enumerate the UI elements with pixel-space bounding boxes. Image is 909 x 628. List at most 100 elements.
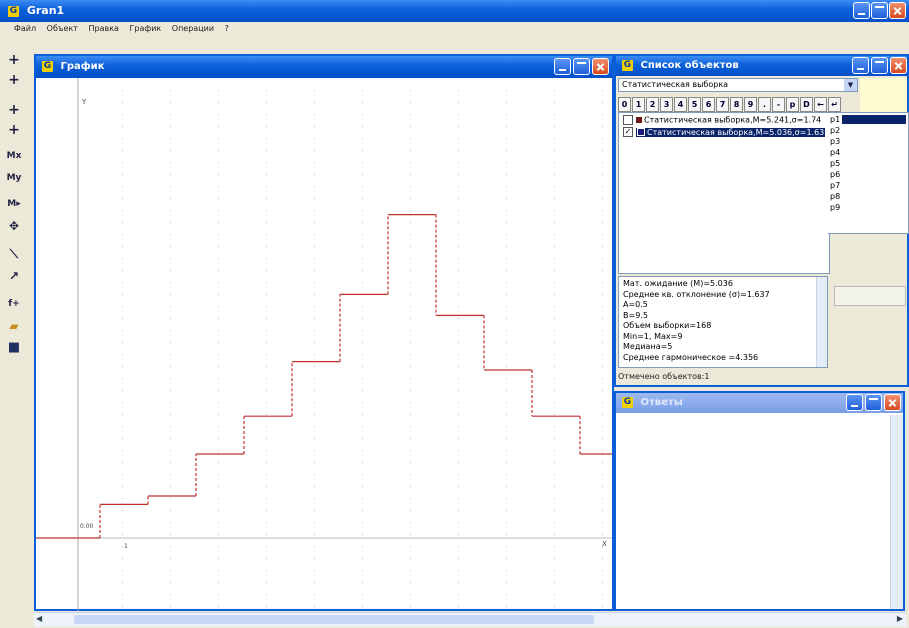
grid-dot	[458, 294, 459, 295]
side-input[interactable]	[834, 286, 906, 306]
list-item[interactable]: Статистическая выборка,M=5.241,σ=1.74	[623, 115, 821, 125]
grid-dot	[554, 318, 555, 319]
grid-dot	[506, 294, 507, 295]
graph-canvas[interactable]: Y X 0.00 1	[36, 78, 612, 611]
objects-window: G Список объектов Статистическая выборка…	[614, 54, 909, 387]
grid-dot	[122, 606, 123, 607]
param-p9[interactable]: p9	[830, 203, 840, 212]
param-p4[interactable]: p4	[830, 148, 840, 157]
grid-dot	[506, 234, 507, 235]
key-9[interactable]: 9	[744, 97, 757, 112]
key-d[interactable]: D	[800, 97, 813, 112]
key-3[interactable]: 3	[660, 97, 673, 112]
save-disk-icon[interactable]: ■	[5, 340, 23, 356]
object-type-dropdown[interactable]: Статистическая выборка ▼	[618, 78, 858, 92]
key-backspace[interactable]: ←	[814, 97, 827, 112]
mx-tool-icon[interactable]: Mx	[5, 148, 23, 164]
grid-dot	[602, 390, 603, 391]
menu-graph[interactable]: График	[130, 24, 162, 33]
grid-dot	[362, 174, 363, 175]
param-p1[interactable]: p1	[830, 115, 840, 124]
param-p2[interactable]: p2	[830, 126, 840, 135]
answers-close-button[interactable]	[884, 394, 901, 411]
info-scrollbar[interactable]	[816, 277, 827, 367]
cross-tool-icon[interactable]: +	[5, 52, 23, 68]
grid-dot	[218, 126, 219, 127]
grid-dot	[410, 558, 411, 559]
grid-dot	[314, 534, 315, 535]
key-1[interactable]: 1	[632, 97, 645, 112]
key-2[interactable]: 2	[646, 97, 659, 112]
graph-close-button[interactable]	[592, 58, 609, 75]
scroll-right-icon[interactable]: ▶	[897, 614, 903, 623]
grid-dot	[410, 138, 411, 139]
segment-tool-icon[interactable]: ⟍	[5, 246, 23, 262]
checkbox[interactable]	[623, 115, 633, 125]
menu-file[interactable]: Файл	[14, 24, 36, 33]
param-p7[interactable]: p7	[830, 181, 840, 190]
grid-dot	[122, 462, 123, 463]
answers-scrollbar[interactable]	[890, 415, 903, 609]
checkbox-checked[interactable]: ✓	[623, 127, 633, 137]
key-dot[interactable]: .	[758, 97, 771, 112]
minimize-button[interactable]	[853, 2, 870, 19]
grid-dot	[314, 174, 315, 175]
key-enter[interactable]: ↵	[828, 97, 841, 112]
menu-operations[interactable]: Операции	[172, 24, 214, 33]
grid-dot	[266, 282, 267, 283]
graph-minimize-button[interactable]	[554, 58, 571, 75]
grid-dot	[170, 462, 171, 463]
main-horizontal-scrollbar[interactable]: ◀ ▶	[34, 612, 906, 627]
menu-edit[interactable]: Правка	[89, 24, 119, 33]
pointer-tool-icon[interactable]: ↗	[5, 268, 23, 284]
list-item-selected[interactable]: ✓ Статистическая выборка,M=5.036,σ=1.63	[623, 127, 826, 137]
move-tool-icon[interactable]: ✥	[5, 218, 23, 234]
graph-window: G График Y X 0.00 1	[34, 54, 614, 611]
menu-help[interactable]: ?	[225, 24, 229, 33]
answers-minimize-button[interactable]	[846, 394, 863, 411]
add-point-icon[interactable]: +	[5, 102, 23, 118]
scroll-thumb[interactable]	[74, 615, 594, 624]
key-0[interactable]: 0	[618, 97, 631, 112]
add-point-2-icon[interactable]: +	[5, 122, 23, 138]
grid-dot	[506, 450, 507, 451]
grid-dot	[410, 354, 411, 355]
param-p5[interactable]: p5	[830, 159, 840, 168]
key-p[interactable]: p	[786, 97, 799, 112]
key-6[interactable]: 6	[702, 97, 715, 112]
grid-dot	[554, 546, 555, 547]
grid-dot	[266, 474, 267, 475]
graph-maximize-button[interactable]	[573, 58, 590, 75]
key-4[interactable]: 4	[674, 97, 687, 112]
answers-maximize-button[interactable]	[865, 394, 882, 411]
chevron-down-icon[interactable]: ▼	[844, 79, 857, 91]
app-title: Gran1	[26, 4, 65, 17]
param-p3[interactable]: p3	[830, 137, 840, 146]
open-folder-icon[interactable]: ▰	[5, 318, 23, 334]
objects-maximize-button[interactable]	[871, 57, 888, 74]
param-p8[interactable]: p8	[830, 192, 840, 201]
scroll-left-icon[interactable]: ◀	[36, 614, 42, 623]
grid-dot	[554, 198, 555, 199]
param-p6[interactable]: p6	[830, 170, 840, 179]
objects-close-button[interactable]	[890, 57, 907, 74]
cross-tool-2-icon[interactable]: +	[5, 72, 23, 88]
key-minus[interactable]: -	[772, 97, 785, 112]
my-tool-icon[interactable]: My	[5, 170, 23, 186]
key-7[interactable]: 7	[716, 97, 729, 112]
key-5[interactable]: 5	[688, 97, 701, 112]
grid-dot	[314, 462, 315, 463]
objects-minimize-button[interactable]	[852, 57, 869, 74]
close-button[interactable]	[889, 2, 906, 19]
m-move-tool-icon[interactable]: M▸	[5, 196, 23, 212]
grid-dot	[218, 426, 219, 427]
key-8[interactable]: 8	[730, 97, 743, 112]
function-tool-icon[interactable]: f+	[5, 296, 23, 312]
grid-dot	[554, 306, 555, 307]
grid-dot	[554, 330, 555, 331]
grid-dot	[602, 162, 603, 163]
menu-object[interactable]: Объект	[47, 24, 78, 33]
maximize-button[interactable]	[871, 2, 888, 19]
grid-dot	[458, 486, 459, 487]
grid-dot	[602, 198, 603, 199]
